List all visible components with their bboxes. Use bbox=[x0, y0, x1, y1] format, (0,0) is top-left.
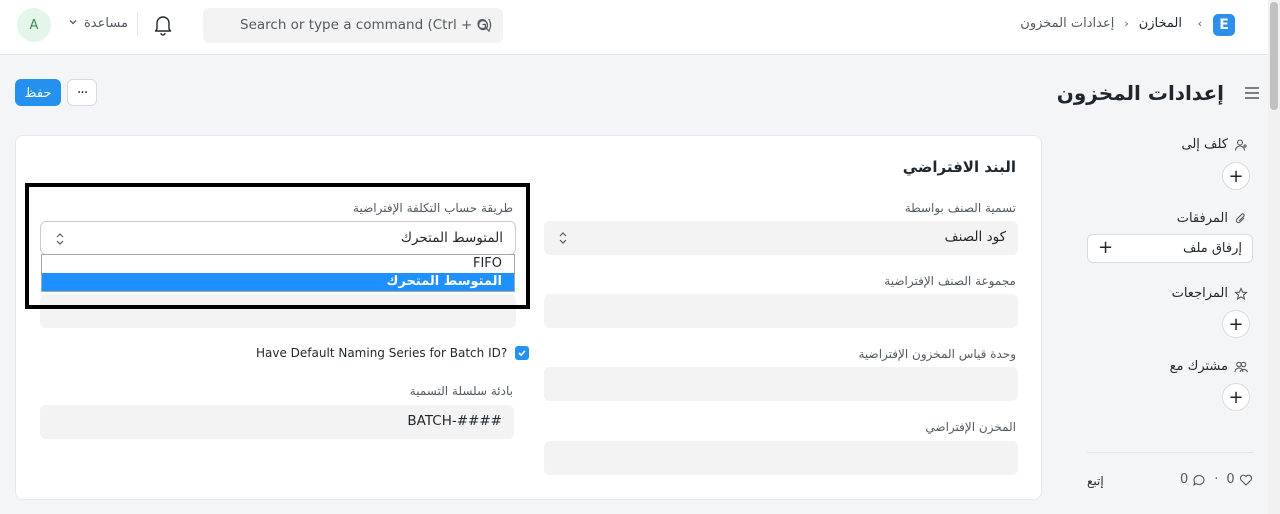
default-stock-uom-input[interactable] bbox=[544, 367, 1018, 401]
batch-naming-checkbox[interactable] bbox=[515, 346, 530, 360]
avatar[interactable]: A bbox=[17, 8, 51, 42]
plus-icon: + bbox=[1098, 237, 1114, 258]
doc-stats: 0 · 0 bbox=[1180, 472, 1253, 487]
breadcrumb: المخازن ‹ إعدادات المخزون bbox=[1020, 16, 1182, 31]
check-icon bbox=[518, 350, 526, 357]
search-icon bbox=[476, 18, 492, 34]
batch-naming-checkbox-row[interactable]: Have Default Naming Series for Batch ID? bbox=[256, 346, 530, 360]
users-icon bbox=[1234, 361, 1248, 372]
comment-icon bbox=[1193, 474, 1205, 486]
focus-highlight-box bbox=[25, 183, 530, 309]
navbar: A مساعدة Search or type a command (Ctrl … bbox=[0, 0, 1268, 55]
breadcrumb-item-warehouses[interactable]: المخازن bbox=[1139, 16, 1182, 31]
page-title: إعدادات المخزون bbox=[1056, 81, 1224, 105]
attach-file-button[interactable]: إرفاق ملف + bbox=[1087, 234, 1253, 263]
more-actions-button[interactable]: ··· bbox=[67, 79, 97, 106]
section-title: البند الافتراضي bbox=[902, 158, 1016, 176]
search-input[interactable]: Search or type a command (Ctrl + G) bbox=[240, 17, 492, 33]
batch-naming-checkbox-label: Have Default Naming Series for Batch ID? bbox=[256, 346, 508, 360]
default-warehouse-input[interactable] bbox=[544, 441, 1018, 475]
breadcrumb-chevron-icon: ‹ bbox=[1124, 17, 1129, 30]
chevron-down-icon bbox=[68, 17, 78, 30]
help-label: مساعدة bbox=[84, 16, 128, 31]
scrollbar-thumb[interactable] bbox=[1270, 2, 1278, 110]
sidebar-toggle-icon[interactable] bbox=[1244, 86, 1260, 100]
user-plus-icon bbox=[1234, 138, 1247, 151]
star-icon bbox=[1234, 286, 1248, 300]
settings-card: البند الافتراضي تسمية الصنف بواسطة كود ا… bbox=[15, 135, 1042, 500]
navbar-divider bbox=[137, 12, 138, 36]
sidebar-divider bbox=[1087, 452, 1253, 453]
assign-add-button[interactable]: + bbox=[1222, 162, 1250, 190]
breadcrumb-item-stock-settings[interactable]: إعدادات المخزون bbox=[1020, 16, 1114, 31]
attachments-label: المرفقات bbox=[1177, 211, 1248, 226]
item-naming-label: تسمية الصنف بواسطة bbox=[904, 201, 1016, 215]
shared-with-label: مشترك مع bbox=[1170, 359, 1248, 374]
likes-count: 0 bbox=[1226, 472, 1235, 487]
paperclip-icon bbox=[1235, 212, 1245, 223]
scrollbar[interactable] bbox=[1268, 0, 1280, 514]
item-naming-select[interactable]: كود الصنف bbox=[544, 221, 1018, 255]
reviews-add-button[interactable]: + bbox=[1222, 310, 1250, 338]
naming-prefix-label: بادئة سلسلة التسمية bbox=[409, 384, 513, 398]
help-dropdown[interactable]: مساعدة bbox=[68, 16, 128, 31]
default-item-group-label: مجموعة الصنف الإفتراضية bbox=[884, 274, 1016, 288]
app-logo[interactable]: E bbox=[1213, 14, 1235, 36]
heart-icon[interactable] bbox=[1239, 473, 1253, 487]
share-add-button[interactable]: + bbox=[1222, 383, 1250, 411]
comments-count: 0 bbox=[1180, 472, 1189, 487]
naming-prefix-input[interactable]: BATCH-#### bbox=[40, 405, 514, 439]
save-button[interactable]: حفظ bbox=[15, 79, 61, 106]
breadcrumb-chevron-icon: ‹ bbox=[1197, 17, 1202, 30]
reviews-label: المراجعات bbox=[1172, 286, 1248, 301]
assign-to-label: كلف إلى bbox=[1182, 137, 1249, 152]
default-item-group-input[interactable] bbox=[544, 294, 1018, 328]
search-bar[interactable]: Search or type a command (Ctrl + G) bbox=[203, 8, 503, 43]
bell-icon[interactable] bbox=[153, 14, 173, 36]
default-warehouse-label: المخزن الإفتراضي bbox=[925, 420, 1016, 434]
default-stock-uom-label: وحدة قياس المخزون الإفتراضية bbox=[858, 347, 1016, 361]
follow-link[interactable]: إتبع bbox=[1087, 474, 1104, 488]
select-arrows-icon bbox=[558, 230, 568, 246]
